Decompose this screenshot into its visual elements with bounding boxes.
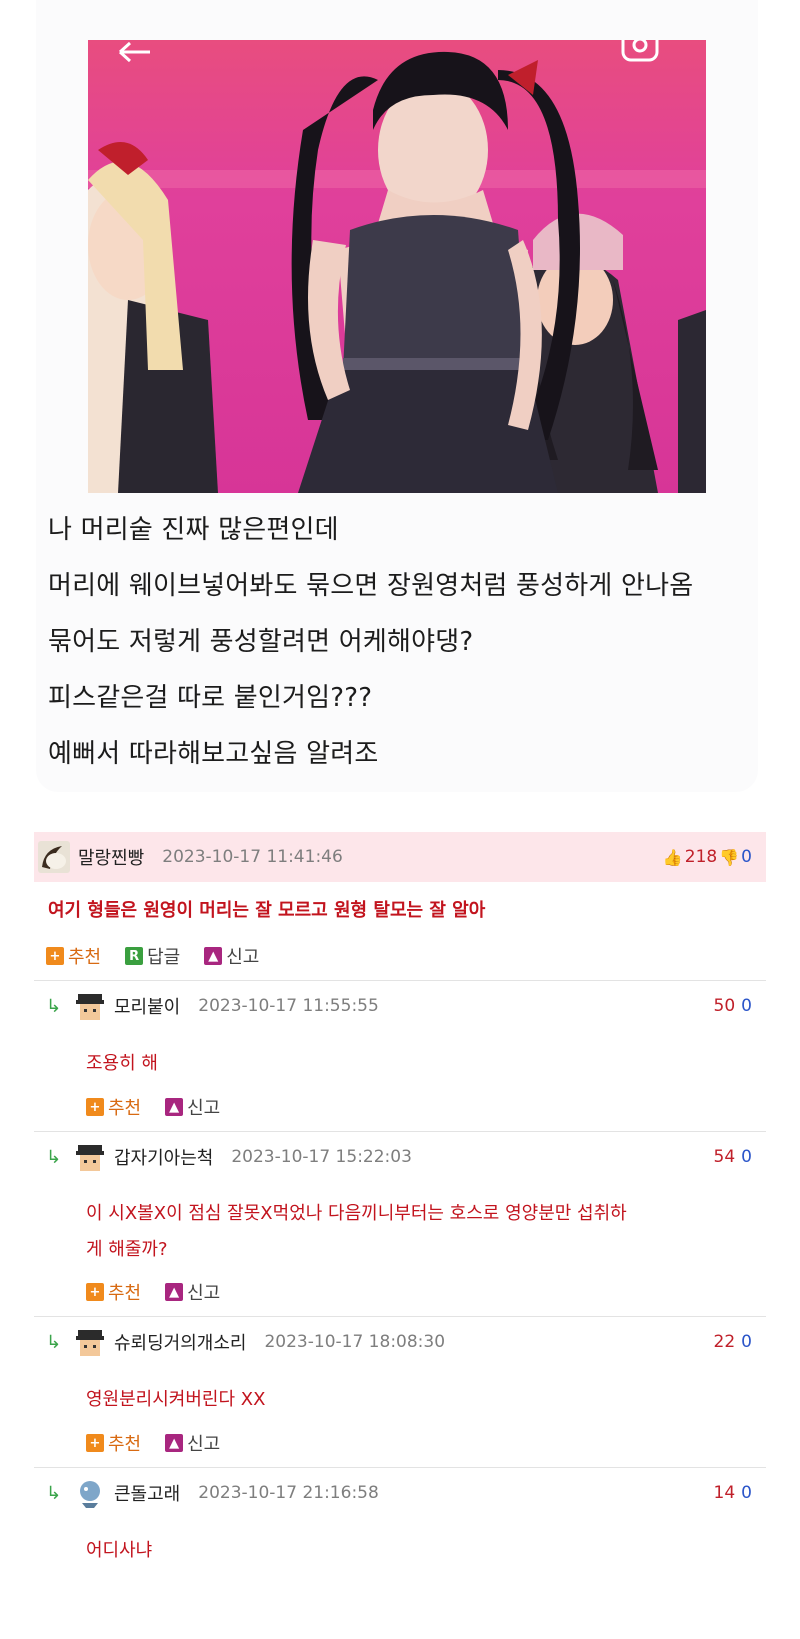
comment-date: 2023-10-17 15:22:03 (231, 1147, 412, 1167)
reply-text: 이 시X볼X이 점심 잘못X먹었나 다음끼니부터는 호스로 영양분만 섭취하 게… (34, 1182, 766, 1268)
reply-header: ↳ 큰돌고래 2023-10-17 21:16:58 14 0 (34, 1468, 766, 1518)
comment-nickname[interactable]: 모리붙이 (114, 993, 180, 1019)
vote-counts: 50 0 (714, 996, 752, 1016)
comment-date: 2023-10-17 11:41:46 (162, 847, 343, 867)
comment-nickname[interactable]: 큰돌고래 (114, 1480, 180, 1506)
vote-counts: 22 0 (714, 1332, 752, 1352)
recommend-button[interactable]: + 추천 (46, 943, 101, 969)
plus-icon: + (86, 1098, 104, 1116)
post-line: 묶어도 저렇게 풍성할려면 어케해야댕? (48, 627, 474, 657)
avatar (74, 1141, 106, 1173)
downvote-count: 0 (741, 1483, 752, 1503)
post-photo[interactable] (88, 40, 706, 493)
report-label: 신고 (226, 947, 260, 968)
report-button[interactable]: ▲ 신고 (165, 1094, 220, 1120)
instagram-icon[interactable] (621, 28, 661, 64)
reply-arrow-icon: ↳ (46, 1331, 62, 1353)
report-icon: ▲ (165, 1098, 184, 1116)
reply-arrow-icon: ↳ (46, 995, 62, 1017)
report-icon: ▲ (204, 947, 223, 965)
reply-arrow-icon: ↳ (46, 1482, 62, 1504)
recommend-label: 추천 (68, 947, 102, 968)
report-button[interactable]: ▲ 신고 (165, 1279, 220, 1305)
performance-photo (88, 40, 706, 493)
comment-section: 말랑찐빵 2023-10-17 11:41:46 👍 218 👎 0 여기 형들… (34, 832, 766, 1570)
plus-icon: + (86, 1283, 104, 1301)
report-label: 신고 (187, 1098, 221, 1119)
downvote-count: 0 (741, 1332, 752, 1352)
thumbs-up-icon[interactable]: 👍 (663, 848, 683, 867)
best-comment-text: 여기 형들은 원영이 머리는 잘 모르고 원형 탈모는 잘 알아 (48, 900, 486, 921)
comment-actions: + 추천 ▲ 신고 (34, 1268, 766, 1316)
reply-header: ↳ 모리붙이 2023-10-17 11:55:55 50 0 (34, 981, 766, 1031)
reply-button[interactable]: R 답글 (125, 943, 180, 969)
vote-counts: 👍 218 👎 0 (661, 847, 752, 867)
avatar (74, 1477, 106, 1509)
recommend-label: 추천 (108, 1434, 142, 1455)
comment-actions: + 추천 R 답글 ▲ 신고 (34, 932, 766, 980)
comment-nickname[interactable]: 슈뢰딩거의개소리 (114, 1329, 246, 1355)
post-line: 나 머리숱 진짜 많은편인데 (48, 515, 339, 545)
comment-actions: + 추천 ▲ 신고 (34, 1419, 766, 1467)
downvote-count: 0 (741, 1147, 752, 1167)
reply-arrow-icon: ↳ (46, 1146, 62, 1168)
reply-header: ↳ 슈뢰딩거의개소리 2023-10-17 18:08:30 22 0 (34, 1317, 766, 1367)
post-card: 나 머리숱 진짜 많은편인데 머리에 웨이브넣어봐도 묶으면 장원영처럼 풍성하… (36, 0, 758, 792)
comment-date: 2023-10-17 11:55:55 (198, 996, 379, 1016)
post-line: 머리에 웨이브넣어봐도 묶으면 장원영처럼 풍성하게 안나옴 (48, 571, 694, 601)
recommend-button[interactable]: + 추천 (86, 1430, 141, 1456)
comment-nickname[interactable]: 갑자기아는척 (114, 1144, 213, 1170)
plus-icon: + (46, 947, 64, 965)
reply-text: 어디사냐 (86, 1540, 153, 1561)
reply-label: 답글 (147, 947, 181, 968)
arrow-left-icon[interactable] (116, 40, 152, 64)
avatar (74, 1326, 106, 1358)
post-line: 피스같은걸 따로 붙인거임??? (48, 683, 373, 713)
downvote-count: 0 (741, 996, 752, 1016)
report-label: 신고 (187, 1434, 221, 1455)
upvote-count: 22 (713, 1332, 736, 1352)
comment-date: 2023-10-17 18:08:30 (264, 1332, 446, 1352)
recommend-button[interactable]: + 추천 (86, 1094, 141, 1120)
comment-date: 2023-10-17 21:16:58 (198, 1483, 379, 1503)
reply-header: ↳ 갑자기아는척 2023-10-17 15:22:03 54 0 (34, 1132, 766, 1182)
avatar (38, 841, 70, 873)
vote-counts: 54 0 (714, 1147, 752, 1167)
recommend-button[interactable]: + 추천 (86, 1279, 141, 1305)
reply-text-line: 게 해줄까? (86, 1239, 168, 1260)
comment-actions: + 추천 ▲ 신고 (34, 1083, 766, 1131)
reply-icon: R (125, 947, 144, 965)
upvote-count: 218 (684, 847, 718, 867)
post-line: 예뻐서 따라해보고싶음 알려조 (48, 739, 379, 769)
avatar (74, 990, 106, 1022)
report-icon: ▲ (165, 1283, 184, 1301)
upvote-count: 54 (713, 1147, 736, 1167)
upvote-count: 14 (713, 1483, 736, 1503)
vote-counts: 14 0 (714, 1483, 752, 1503)
downvote-count: 0 (741, 847, 752, 867)
comment-nickname[interactable]: 말랑찐빵 (78, 844, 144, 870)
report-button[interactable]: ▲ 신고 (204, 943, 259, 969)
reply-text: 영원분리시켜버린다 XX (86, 1389, 266, 1410)
upvote-count: 50 (713, 996, 736, 1016)
report-button[interactable]: ▲ 신고 (165, 1430, 220, 1456)
post-text: 나 머리숱 진짜 많은편인데 머리에 웨이브넣어봐도 묶으면 장원영처럼 풍성하… (48, 515, 748, 795)
recommend-label: 추천 (108, 1283, 142, 1304)
best-comment-header: 말랑찐빵 2023-10-17 11:41:46 👍 218 👎 0 (34, 832, 766, 882)
recommend-label: 추천 (108, 1098, 142, 1119)
reply-text: 조용히 해 (86, 1053, 158, 1074)
report-icon: ▲ (165, 1434, 184, 1452)
report-label: 신고 (187, 1283, 221, 1304)
plus-icon: + (86, 1434, 104, 1452)
thumbs-down-icon[interactable]: 👎 (719, 848, 739, 867)
reply-text-line: 이 시X볼X이 점심 잘못X먹었나 다음끼니부터는 호스로 영양분만 섭취하 (86, 1203, 627, 1224)
